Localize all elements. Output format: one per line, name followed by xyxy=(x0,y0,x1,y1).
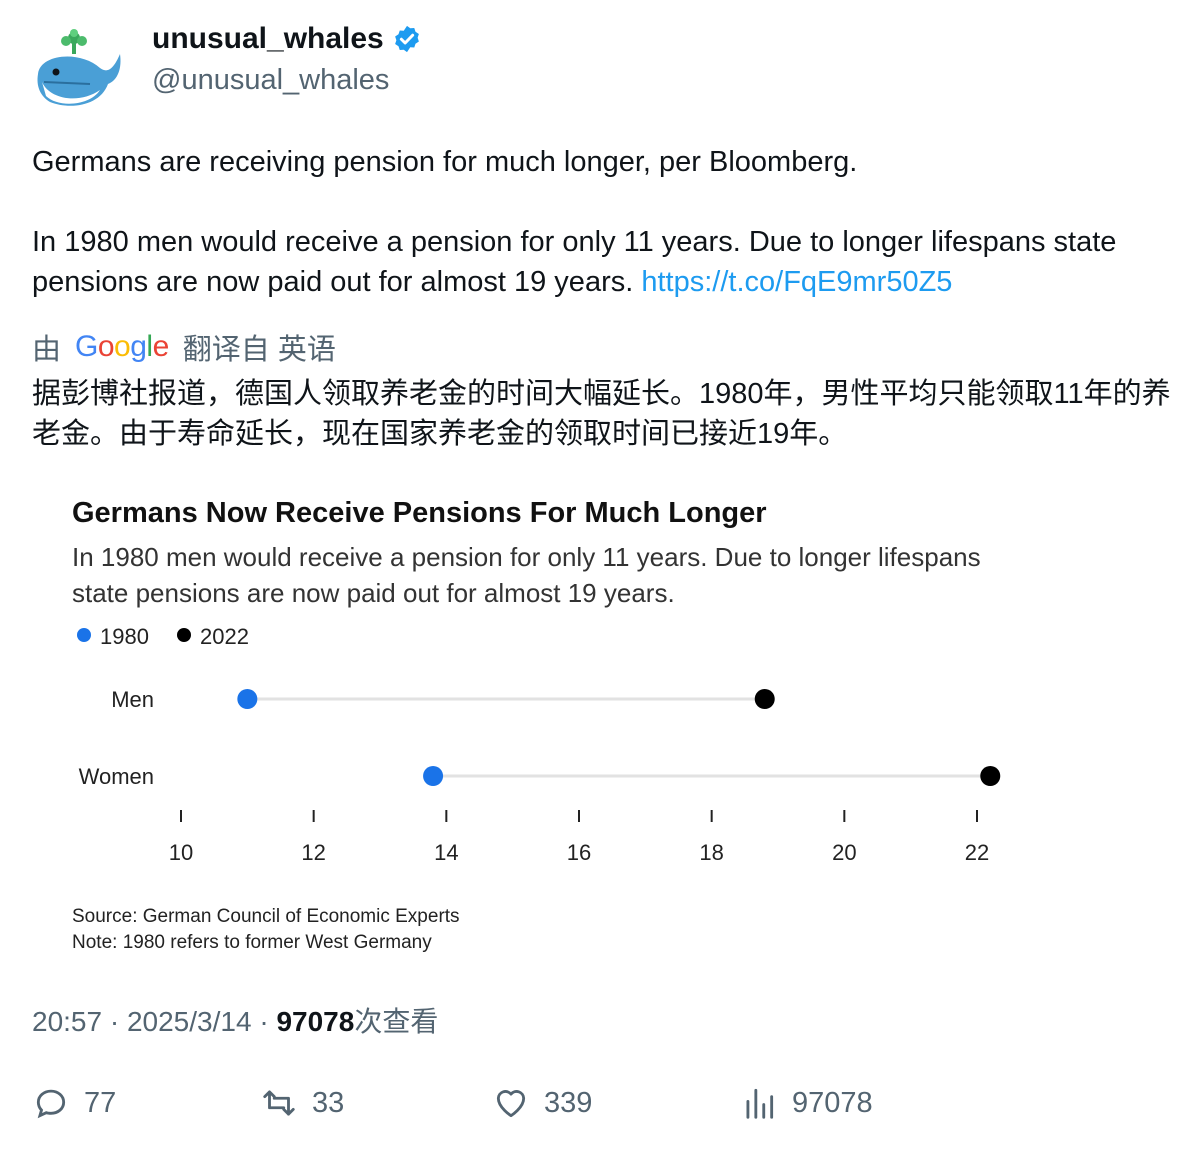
whale-logo-icon xyxy=(37,29,121,106)
handle[interactable]: @unusual_whales xyxy=(152,64,389,97)
reply-count: 77 xyxy=(84,1086,117,1119)
heart-icon xyxy=(496,1090,526,1118)
dot-men-2022 xyxy=(754,689,775,709)
views-label: 次查看 xyxy=(354,1006,439,1037)
views-button[interactable]: 97078 xyxy=(740,1084,873,1122)
view-count: 97078 xyxy=(276,1006,355,1037)
chart-note: Note: 1980 refers to former West Germany xyxy=(72,932,432,953)
meta-sep-2: · xyxy=(259,1006,269,1037)
chart-legend: 1980 2022 xyxy=(77,624,249,649)
action-bar: 77 33 339 97078 xyxy=(32,1084,1162,1134)
tweet-line-2-text: In 1980 men would receive a pension for … xyxy=(32,226,1117,298)
avatar[interactable] xyxy=(30,24,126,116)
legend-label-2022: 2022 xyxy=(200,624,249,649)
x-axis: 10 12 14 16 18 20 22 xyxy=(169,810,989,865)
x-tick-label-12: 12 xyxy=(301,840,325,865)
analytics-icon xyxy=(746,1088,774,1119)
like-count: 339 xyxy=(544,1086,593,1119)
x-tick-label-14: 14 xyxy=(434,840,458,865)
x-tick-label-16: 16 xyxy=(567,840,591,865)
google-logo: Google xyxy=(75,330,169,363)
translation-suffix: 翻译自 英语 xyxy=(182,334,336,366)
tweet-link[interactable]: https://t.co/FqE9mr50Z5 xyxy=(641,266,952,298)
legend-marker-2022 xyxy=(177,628,191,642)
row-label-women: Women xyxy=(79,764,154,789)
translation-attribution[interactable]: 由 Google 翻译自 英语 xyxy=(32,326,336,368)
translated-text: 据彭博社报道，德国人领取养老金的时间大幅延长。1980年，男性平均只能领取11年… xyxy=(32,378,1171,450)
x-tick-label-10: 10 xyxy=(169,840,193,865)
chart-source: Source: German Council of Economic Exper… xyxy=(72,906,460,927)
dot-women-1980 xyxy=(423,766,444,786)
meta-sep-1: · xyxy=(109,1006,120,1037)
dot-men-1980 xyxy=(237,689,258,709)
tweet-date[interactable]: 2025/3/14 xyxy=(127,1006,252,1037)
tweet-line-1: Germans are receiving pension for much l… xyxy=(32,146,858,178)
chart-image[interactable]: Germans Now Receive Pensions For Much Lo… xyxy=(32,478,1162,978)
row-label-men: Men xyxy=(111,687,154,712)
tweet-text: Germans are receiving pension for much l… xyxy=(32,142,1172,302)
repost-icon xyxy=(263,1090,295,1116)
verified-badge-icon xyxy=(394,25,419,53)
chart-rows: Men Women xyxy=(79,687,1001,789)
tweet-line-2: In 1980 men would receive a pension for … xyxy=(32,222,1172,302)
legend-marker-1980 xyxy=(77,628,91,642)
dot-plot-chart: Germans Now Receive Pensions For Much Lo… xyxy=(72,497,1001,953)
chart-subtitle: In 1980 men would receive a pension for … xyxy=(72,542,981,608)
x-tick-label-20: 20 xyxy=(832,840,856,865)
reply-button[interactable]: 77 xyxy=(32,1084,116,1122)
display-name-row[interactable]: unusual_whales xyxy=(152,22,422,56)
views-action-count: 97078 xyxy=(792,1086,873,1119)
reply-icon xyxy=(36,1089,66,1119)
translation-prefix: 由 xyxy=(32,334,62,366)
chart-title: Germans Now Receive Pensions For Much Lo… xyxy=(72,497,767,529)
repost-button[interactable]: 33 xyxy=(260,1084,344,1122)
tweet-time[interactable]: 20:57 xyxy=(32,1006,102,1037)
x-tick-label-18: 18 xyxy=(699,840,723,865)
repost-count: 33 xyxy=(312,1086,345,1119)
like-button[interactable]: 339 xyxy=(492,1084,592,1122)
legend-label-1980: 1980 xyxy=(100,624,149,649)
dot-women-2022 xyxy=(980,766,1001,786)
display-name[interactable]: unusual_whales xyxy=(152,22,384,56)
x-tick-label-22: 22 xyxy=(965,840,989,865)
tweet-meta: 20:57 · 2025/3/14 · 97078次查看 xyxy=(32,1000,438,1040)
